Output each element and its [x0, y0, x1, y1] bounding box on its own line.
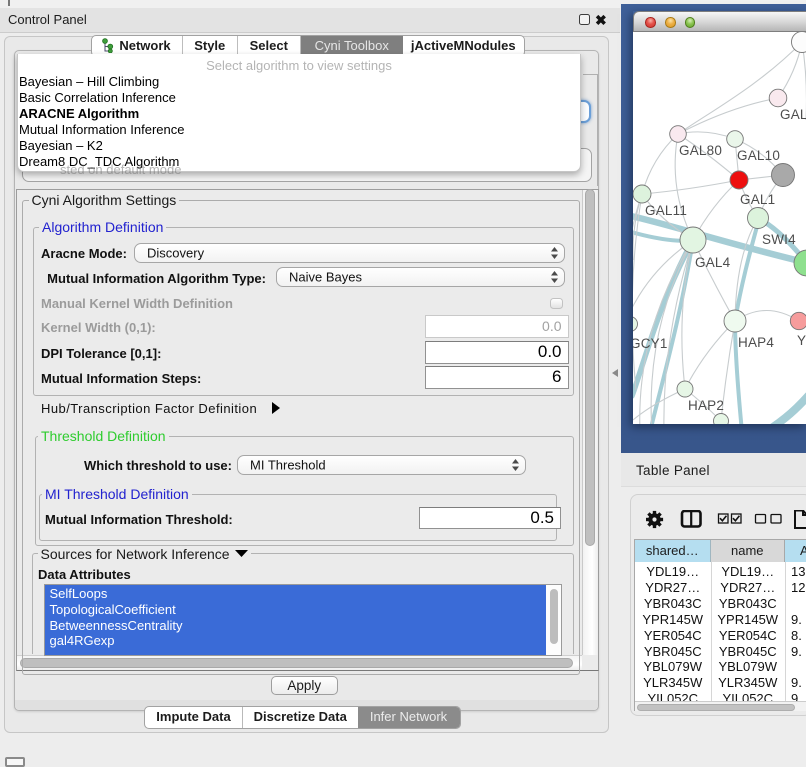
- svg-text:GAL: GAL: [780, 107, 806, 122]
- svg-text:HAP4: HAP4: [738, 335, 774, 350]
- svg-text:GAL11: GAL11: [645, 203, 687, 218]
- svg-text:SWI4: SWI4: [762, 232, 796, 247]
- svg-text:GAL1: GAL1: [740, 192, 775, 207]
- svg-text:GAL80: GAL80: [679, 143, 722, 158]
- svg-text:GCY1: GCY1: [633, 336, 668, 351]
- svg-text:Y: Y: [797, 333, 806, 348]
- svg-text:HAP2: HAP2: [688, 398, 724, 413]
- svg-text:GAL4: GAL4: [695, 255, 731, 270]
- svg-text:GAL10: GAL10: [737, 148, 780, 163]
